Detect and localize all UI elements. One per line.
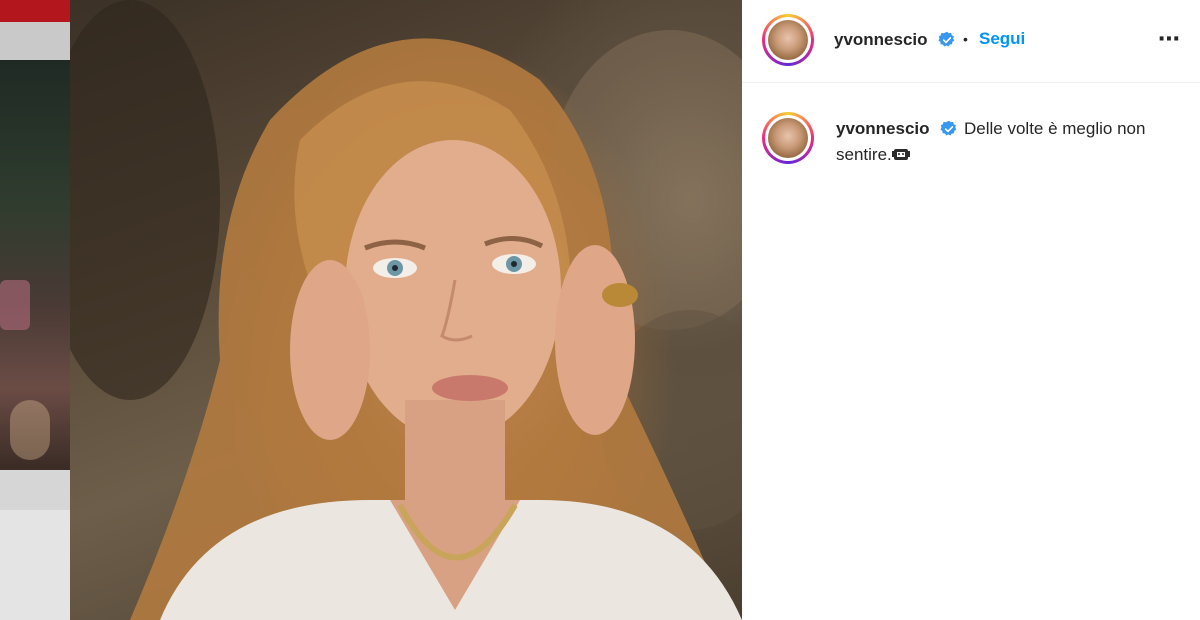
avatar-image (768, 20, 808, 60)
post-photo[interactable] (70, 0, 742, 620)
caption-text-line1: Delle volte è meglio non (964, 119, 1146, 138)
background-block (0, 510, 70, 620)
portrait-illustration (70, 0, 742, 620)
post-header: yvonnescio • Segui ⋯ (742, 0, 1200, 83)
ear-covering-emoji-icon (891, 149, 910, 160)
author-avatar[interactable] (762, 14, 814, 66)
avatar-image (768, 118, 808, 158)
header-separator: • (963, 31, 968, 47)
background-header-bar (0, 0, 70, 22)
background-block (0, 470, 70, 510)
caption-author-avatar[interactable] (762, 112, 814, 164)
background-block (0, 22, 70, 60)
follow-button[interactable]: Segui (979, 29, 1025, 49)
more-options-icon[interactable]: ⋯ (1158, 26, 1181, 52)
avatar-border (765, 17, 811, 63)
background-image-detail (10, 400, 50, 460)
verified-badge-icon (938, 31, 955, 47)
post-side-panel: yvonnescio • Segui ⋯ yvonnescio Delle vo… (742, 0, 1200, 620)
avatar-border (765, 115, 811, 161)
caption-text-line2: sentire. (836, 145, 892, 164)
caption-text-line2-wrap: sentire. (836, 143, 910, 167)
author-username[interactable]: yvonnescio (834, 30, 928, 50)
verified-badge-icon (940, 120, 957, 136)
background-image-detail (0, 280, 30, 330)
background-page-strip (0, 0, 70, 620)
caption-username[interactable]: yvonnescio (836, 119, 930, 139)
